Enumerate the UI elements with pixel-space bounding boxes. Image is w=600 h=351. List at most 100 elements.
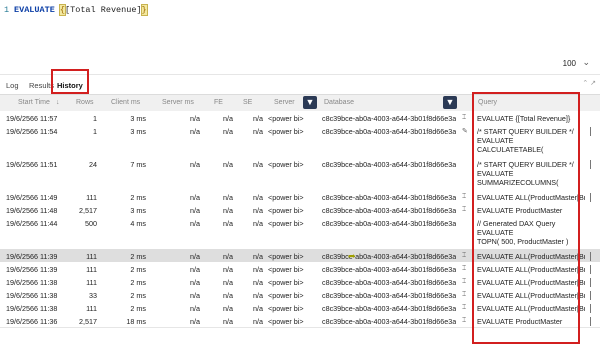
zoom-bar: 100 ⌄ [0, 52, 600, 72]
filter-icon[interactable]: ▼ [443, 96, 457, 109]
cell-client-ms: 3 ms [130, 206, 146, 215]
cell-query: EVALUATE ALL(ProductMaster[Bra [477, 265, 585, 274]
table-row[interactable]: 19/6/2566 11:49 111 2 ms n/a n/a n/a <power bi… [0, 190, 600, 204]
cell-query: EVALUATE ALL(ProductMaster[Bra [477, 304, 585, 313]
mouse-cursor-icon: ➦ [348, 251, 356, 261]
table-row[interactable]: 19/6/2566 11:38 111 2 ms n/a n/a n/a <power bi… [0, 275, 600, 289]
text-cursor-icon[interactable]: ⌶ [462, 252, 466, 260]
table-row[interactable]: 19/6/2566 11:38 111 2 ms n/a n/a n/a <power bi… [0, 301, 600, 315]
cell-se: n/a [253, 160, 263, 169]
table-row[interactable]: 19/6/2566 11:51 24 7 ms n/a n/a n/a <power bi>… [0, 157, 600, 191]
cell-server-ms: n/a [190, 265, 200, 274]
text-cursor-icon[interactable]: ⌶ [462, 206, 466, 214]
cell-server: <power bi> [268, 160, 304, 169]
tab-log[interactable]: Log [6, 81, 19, 90]
cell-client-ms: 2 ms [130, 193, 146, 202]
cell-scrollbar[interactable] [590, 278, 591, 287]
dax-editor[interactable]: 1 EVALUATE {[Total Revenue]} 100 ⌄ [0, 0, 600, 74]
cell-scrollbar[interactable] [590, 304, 591, 313]
cell-scrollbar[interactable] [590, 317, 591, 326]
cell-start-time: 19/6/2566 11:51 [6, 160, 58, 169]
cell-fe: n/a [223, 219, 233, 228]
text-cursor-icon[interactable]: ⌶ [462, 304, 466, 312]
cell-database: c8c39bce-ab0a-4003-a644-3b01f8d66e3a [322, 252, 456, 261]
cell-server-ms: n/a [190, 114, 200, 123]
cell-se: n/a [253, 206, 263, 215]
cell-scrollbar[interactable] [590, 160, 591, 169]
filter-icon[interactable]: ▼ [303, 96, 317, 109]
col-fe[interactable]: FE [214, 99, 223, 106]
cell-server: <power bi> [268, 304, 304, 313]
col-client-ms[interactable]: Client ms [111, 99, 140, 106]
cell-server-ms: n/a [190, 160, 200, 169]
cell-query: /* START QUERY BUILDER */ EVALUATE SUMMA… [477, 160, 574, 189]
cell-server: <power bi> [268, 114, 304, 123]
cell-database: c8c39bce-ab0a-4003-a644-3b01f8d66e3a [322, 160, 456, 169]
col-server-ms[interactable]: Server ms [162, 99, 194, 106]
pin-icon[interactable]: ⌃ ↗ [582, 79, 596, 87]
query-code[interactable]: EVALUATE {[Total Revenue]} [14, 4, 148, 16]
cell-se: n/a [253, 219, 263, 228]
sort-down-icon[interactable]: ↓ [56, 99, 60, 106]
cell-client-ms: 2 ms [130, 252, 146, 261]
cell-start-time: 19/6/2566 11:57 [6, 114, 58, 123]
cell-database: c8c39bce-ab0a-4003-a644-3b01f8d66e3a [322, 193, 456, 202]
text-cursor-icon[interactable]: ⌶ [462, 193, 466, 201]
edit-icon[interactable]: ✎ [462, 127, 468, 135]
cell-start-time: 19/6/2566 11:44 [6, 219, 58, 228]
cell-client-ms: 7 ms [130, 160, 146, 169]
table-row[interactable]: 19/6/2566 11:38 33 2 ms n/a n/a n/a <power bi>… [0, 288, 600, 302]
cell-scrollbar[interactable] [590, 252, 591, 261]
cell-scrollbar[interactable] [590, 265, 591, 274]
cell-server-ms: n/a [190, 206, 200, 215]
cell-scrollbar[interactable] [590, 193, 591, 202]
cell-se: n/a [253, 304, 263, 313]
text-cursor-icon[interactable]: ⌶ [462, 291, 466, 299]
chevron-down-icon[interactable]: ⌄ [582, 57, 590, 68]
cell-se: n/a [253, 265, 263, 274]
cell-rows: 111 [86, 265, 97, 274]
table-row[interactable]: 19/6/2566 11:54 1 3 ms n/a n/a n/a <power bi> c… [0, 124, 600, 158]
cell-database: c8c39bce-ab0a-4003-a644-3b01f8d66e3a [322, 114, 456, 123]
cell-database: c8c39bce-ab0a-4003-a644-3b01f8d66e3a [322, 278, 456, 287]
text-cursor-icon[interactable]: ⌶ [462, 278, 466, 286]
cell-query: EVALUATE ALL(ProductMaster[Bra [477, 252, 585, 261]
cell-query: /* START QUERY BUILDER */ EVALUATE CALCU… [477, 127, 574, 156]
col-database[interactable]: Database [324, 99, 354, 106]
cell-se: n/a [253, 291, 263, 300]
col-se[interactable]: SE [243, 99, 252, 106]
cell-client-ms: 18 ms [126, 317, 146, 326]
table-row[interactable]: 19/6/2566 11:44 500 4 ms n/a n/a n/a <power bi… [0, 216, 600, 250]
cell-fe: n/a [223, 317, 233, 326]
cell-rows: 1 [93, 114, 97, 123]
table-row[interactable]: 19/6/2566 11:39 111 2 ms n/a n/a n/a <power bi… [0, 249, 600, 263]
cell-server-ms: n/a [190, 291, 200, 300]
text-cursor-icon[interactable]: ⌶ [462, 114, 466, 122]
cell-database: c8c39bce-ab0a-4003-a644-3b01f8d66e3a [322, 291, 456, 300]
cell-server-ms: n/a [190, 219, 200, 228]
text-cursor-icon[interactable]: ⌶ [462, 265, 466, 273]
output-tabs: Log Results History ⌃ ↗ [0, 74, 600, 95]
cell-rows: 2,517 [79, 317, 97, 326]
cell-scrollbar[interactable] [590, 291, 591, 300]
col-rows[interactable]: Rows [76, 99, 94, 106]
table-row[interactable]: 19/6/2566 11:36 2,517 18 ms n/a n/a n/a <power… [0, 314, 600, 328]
table-row[interactable]: 19/6/2566 11:48 2,517 3 ms n/a n/a n/a <power … [0, 203, 600, 217]
col-start-time[interactable]: Start Time [18, 99, 50, 106]
table-row[interactable]: 19/6/2566 11:39 111 2 ms n/a n/a n/a <power bi… [0, 262, 600, 276]
col-query[interactable]: Query [478, 99, 497, 106]
cell-query: // Generated DAX Query EVALUATE TOPN( 50… [477, 219, 569, 247]
cell-start-time: 19/6/2566 11:38 [6, 304, 58, 313]
cell-server: <power bi> [268, 265, 304, 274]
cell-se: n/a [253, 278, 263, 287]
cell-database: c8c39bce-ab0a-4003-a644-3b01f8d66e3a [322, 206, 456, 215]
cell-rows: 111 [86, 278, 97, 287]
table-row[interactable]: 19/6/2566 11:57 1 3 ms n/a n/a n/a <power bi> c… [0, 111, 600, 125]
cell-query: EVALUATE ProductMaster [477, 206, 563, 215]
cell-server-ms: n/a [190, 304, 200, 313]
text-cursor-icon[interactable]: ⌶ [462, 317, 466, 325]
cell-client-ms: 3 ms [130, 114, 146, 123]
zoom-level[interactable]: 100 [563, 59, 576, 68]
cell-scrollbar[interactable] [590, 127, 591, 136]
col-server[interactable]: Server [274, 99, 295, 106]
